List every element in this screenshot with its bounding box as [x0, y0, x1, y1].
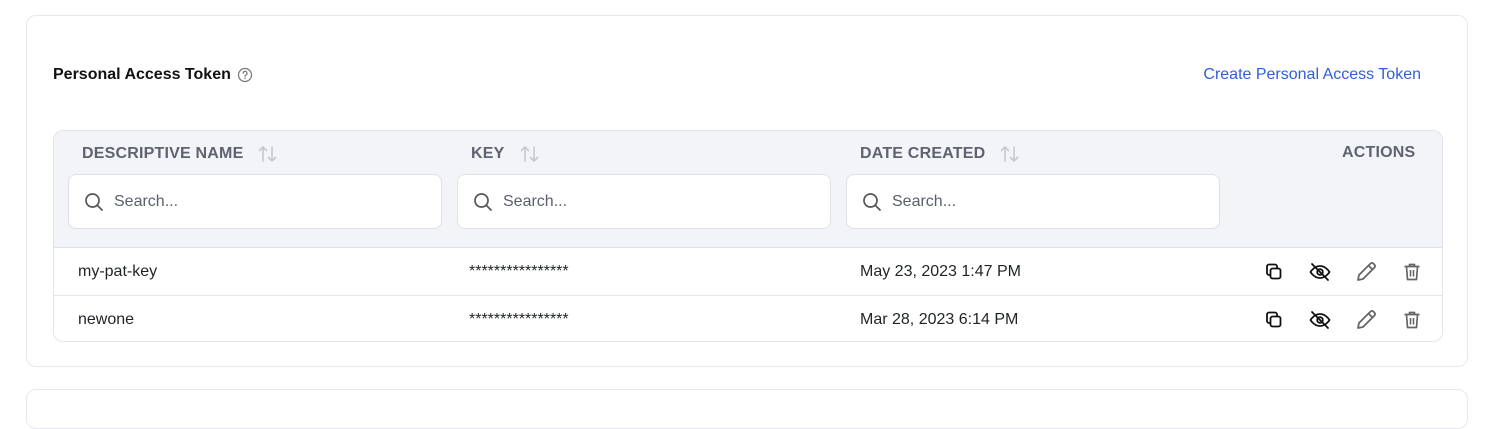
column-label: KEY	[471, 145, 505, 162]
search-name-field[interactable]	[68, 174, 442, 229]
create-token-link[interactable]: Create Personal Access Token	[1203, 66, 1421, 84]
search-key-input[interactable]	[501, 191, 805, 212]
section-title: Personal Access Token	[53, 66, 231, 83]
row-actions	[1262, 248, 1424, 295]
column-header-actions: ACTIONS	[1342, 144, 1415, 162]
trash-icon[interactable]	[1400, 260, 1424, 284]
token-key: ****************	[469, 262, 569, 280]
search-icon	[863, 192, 881, 211]
pencil-icon[interactable]	[1354, 308, 1378, 332]
section-header: Personal Access Token	[53, 66, 253, 84]
pencil-icon[interactable]	[1354, 260, 1378, 284]
copy-icon[interactable]	[1262, 260, 1286, 284]
column-label: ACTIONS	[1342, 144, 1416, 161]
search-icon	[85, 192, 103, 211]
token-name: newone	[78, 310, 135, 328]
copy-icon[interactable]	[1262, 308, 1286, 332]
table-header: DESCRIPTIVE NAME KEY DATE CREATED ACTION…	[54, 131, 1442, 248]
sort-icon[interactable]	[519, 144, 541, 164]
sort-icon[interactable]	[999, 144, 1021, 164]
tokens-table: DESCRIPTIVE NAME KEY DATE CREATED ACTION…	[53, 130, 1443, 342]
table-row: my-pat-key **************** May 23, 2023…	[54, 248, 1442, 296]
trash-icon[interactable]	[1400, 308, 1424, 332]
column-label: DESCRIPTIVE NAME	[82, 145, 244, 162]
help-circle-icon[interactable]	[237, 67, 253, 83]
search-date-input[interactable]	[890, 191, 1194, 212]
column-header-key[interactable]: KEY	[471, 144, 541, 164]
column-label: DATE CREATED	[860, 145, 986, 162]
eye-off-icon[interactable]	[1308, 260, 1332, 284]
row-actions	[1262, 296, 1424, 341]
sort-icon[interactable]	[257, 144, 279, 164]
search-date-field[interactable]	[846, 174, 1220, 229]
pat-card: Personal Access Token Create Personal Ac…	[26, 15, 1468, 367]
search-key-field[interactable]	[457, 174, 831, 229]
next-card	[26, 389, 1468, 429]
token-key: ****************	[469, 310, 569, 328]
token-date: May 23, 2023 1:47 PM	[860, 262, 1021, 280]
column-header-date[interactable]: DATE CREATED	[860, 144, 1021, 164]
search-icon	[474, 192, 492, 211]
search-name-input[interactable]	[112, 191, 416, 212]
token-date: Mar 28, 2023 6:14 PM	[860, 310, 1019, 328]
token-name: my-pat-key	[78, 262, 158, 280]
table-row: newone **************** Mar 28, 2023 6:1…	[54, 296, 1442, 341]
eye-off-icon[interactable]	[1308, 308, 1332, 332]
column-header-name[interactable]: DESCRIPTIVE NAME	[82, 144, 279, 164]
